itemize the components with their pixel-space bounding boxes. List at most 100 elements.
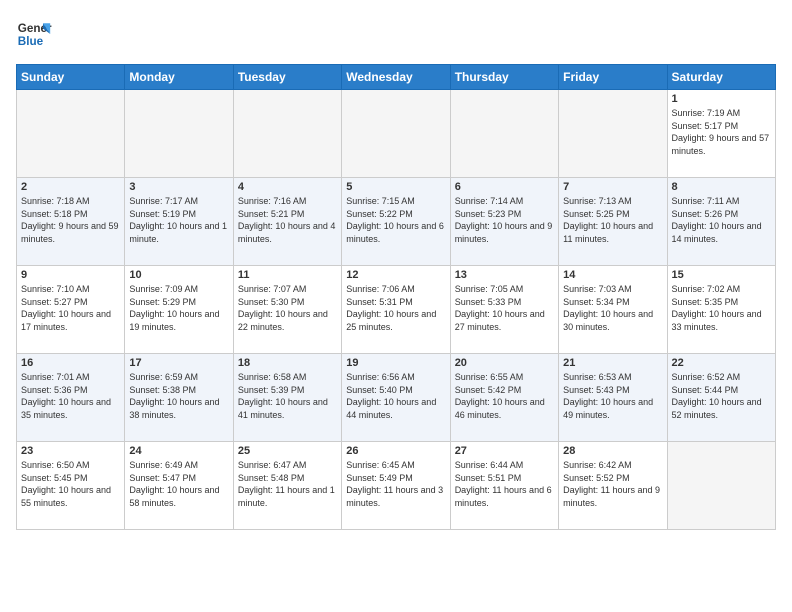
calendar-cell: 7 Sunrise: 7:13 AM Sunset: 5:25 PM Daylig… bbox=[559, 178, 667, 266]
day-info: Sunrise: 6:55 AM Sunset: 5:42 PM Dayligh… bbox=[455, 371, 554, 421]
calendar-cell: 13 Sunrise: 7:05 AM Sunset: 5:33 PM Dayli… bbox=[450, 266, 558, 354]
day-number: 25 bbox=[238, 445, 337, 457]
day-info: Sunrise: 7:01 AM Sunset: 5:36 PM Dayligh… bbox=[21, 371, 120, 421]
day-number: 9 bbox=[21, 269, 120, 281]
day-info: Sunrise: 7:05 AM Sunset: 5:33 PM Dayligh… bbox=[455, 283, 554, 333]
day-number: 14 bbox=[563, 269, 662, 281]
day-info: Sunrise: 7:11 AM Sunset: 5:26 PM Dayligh… bbox=[672, 195, 771, 245]
day-info: Sunrise: 6:53 AM Sunset: 5:43 PM Dayligh… bbox=[563, 371, 662, 421]
day-number: 26 bbox=[346, 445, 445, 457]
svg-text:Blue: Blue bbox=[18, 35, 44, 48]
calendar-cell: 22Sunrise: 6:52 AM Sunset: 5:44 PM Dayli… bbox=[667, 354, 775, 442]
day-info: Sunrise: 7:07 AM Sunset: 5:30 PM Dayligh… bbox=[238, 283, 337, 333]
calendar-table: SundayMondayTuesdayWednesdayThursdayFrid… bbox=[16, 64, 776, 530]
day-number: 1 bbox=[672, 93, 771, 105]
day-number: 2 bbox=[21, 181, 120, 193]
day-info: Sunrise: 6:44 AM Sunset: 5:51 PM Dayligh… bbox=[455, 459, 554, 509]
calendar-cell bbox=[559, 90, 667, 178]
day-info: Sunrise: 7:14 AM Sunset: 5:23 PM Dayligh… bbox=[455, 195, 554, 245]
calendar-cell bbox=[125, 90, 233, 178]
calendar-cell: 4Sunrise: 7:16 AM Sunset: 5:21 PM Daylig… bbox=[233, 178, 341, 266]
day-info: Sunrise: 6:52 AM Sunset: 5:44 PM Dayligh… bbox=[672, 371, 771, 421]
calendar-week-row: 1 Sunrise: 7:19 AM Sunset: 5:17 PM Daylig… bbox=[17, 90, 776, 178]
day-number: 18 bbox=[238, 357, 337, 369]
day-info: Sunrise: 6:50 AM Sunset: 5:45 PM Dayligh… bbox=[21, 459, 120, 509]
calendar-cell: 24 Sunrise: 6:49 AM Sunset: 5:47 PM Dayli… bbox=[125, 442, 233, 530]
calendar-cell: 9Sunrise: 7:10 AM Sunset: 5:27 PM Daylig… bbox=[17, 266, 125, 354]
day-number: 16 bbox=[21, 357, 120, 369]
day-header-sunday: Sunday bbox=[17, 65, 125, 90]
day-info: Sunrise: 7:06 AM Sunset: 5:31 PM Dayligh… bbox=[346, 283, 445, 333]
day-number: 11 bbox=[238, 269, 337, 281]
calendar-cell: 10 Sunrise: 7:09 AM Sunset: 5:29 PM Dayli… bbox=[125, 266, 233, 354]
day-info: Sunrise: 6:58 AM Sunset: 5:39 PM Dayligh… bbox=[238, 371, 337, 421]
calendar-week-row: 23 Sunrise: 6:50 AM Sunset: 5:45 PM Dayli… bbox=[17, 442, 776, 530]
calendar-cell: 28 Sunrise: 6:42 AM Sunset: 5:52 PM Dayli… bbox=[559, 442, 667, 530]
calendar-cell: 11 Sunrise: 7:07 AM Sunset: 5:30 PM Dayli… bbox=[233, 266, 341, 354]
calendar-cell: 8 Sunrise: 7:11 AM Sunset: 5:26 PM Daylig… bbox=[667, 178, 775, 266]
calendar-cell: 15 Sunrise: 7:02 AM Sunset: 5:35 PM Dayli… bbox=[667, 266, 775, 354]
day-info: Sunrise: 6:45 AM Sunset: 5:49 PM Dayligh… bbox=[346, 459, 445, 509]
calendar-cell: 20 Sunrise: 6:55 AM Sunset: 5:42 PM Dayli… bbox=[450, 354, 558, 442]
day-number: 28 bbox=[563, 445, 662, 457]
day-info: Sunrise: 7:19 AM Sunset: 5:17 PM Dayligh… bbox=[672, 107, 771, 157]
day-number: 15 bbox=[672, 269, 771, 281]
calendar-cell: 1 Sunrise: 7:19 AM Sunset: 5:17 PM Daylig… bbox=[667, 90, 775, 178]
calendar-cell: 5 Sunrise: 7:15 AM Sunset: 5:22 PM Daylig… bbox=[342, 178, 450, 266]
day-info: Sunrise: 7:16 AM Sunset: 5:21 PM Dayligh… bbox=[238, 195, 337, 245]
day-number: 27 bbox=[455, 445, 554, 457]
day-header-friday: Friday bbox=[559, 65, 667, 90]
day-info: Sunrise: 7:02 AM Sunset: 5:35 PM Dayligh… bbox=[672, 283, 771, 333]
day-info: Sunrise: 6:49 AM Sunset: 5:47 PM Dayligh… bbox=[129, 459, 228, 509]
calendar-cell: 23 Sunrise: 6:50 AM Sunset: 5:45 PM Dayli… bbox=[17, 442, 125, 530]
page-header: General Blue bbox=[16, 16, 776, 52]
day-number: 3 bbox=[129, 181, 228, 193]
day-header-saturday: Saturday bbox=[667, 65, 775, 90]
calendar-cell bbox=[233, 90, 341, 178]
day-number: 24 bbox=[129, 445, 228, 457]
calendar-cell: 6 Sunrise: 7:14 AM Sunset: 5:23 PM Daylig… bbox=[450, 178, 558, 266]
day-number: 20 bbox=[455, 357, 554, 369]
day-info: Sunrise: 6:59 AM Sunset: 5:38 PM Dayligh… bbox=[129, 371, 228, 421]
calendar-cell bbox=[667, 442, 775, 530]
calendar-week-row: 9Sunrise: 7:10 AM Sunset: 5:27 PM Daylig… bbox=[17, 266, 776, 354]
calendar-cell: 3Sunrise: 7:17 AM Sunset: 5:19 PM Daylig… bbox=[125, 178, 233, 266]
calendar-cell: 25 Sunrise: 6:47 AM Sunset: 5:48 PM Dayli… bbox=[233, 442, 341, 530]
calendar-cell: 26 Sunrise: 6:45 AM Sunset: 5:49 PM Dayli… bbox=[342, 442, 450, 530]
logo-icon: General Blue bbox=[16, 16, 52, 52]
day-info: Sunrise: 7:09 AM Sunset: 5:29 PM Dayligh… bbox=[129, 283, 228, 333]
day-number: 12 bbox=[346, 269, 445, 281]
day-number: 10 bbox=[129, 269, 228, 281]
calendar-cell: 21 Sunrise: 6:53 AM Sunset: 5:43 PM Dayli… bbox=[559, 354, 667, 442]
calendar-cell bbox=[450, 90, 558, 178]
day-number: 13 bbox=[455, 269, 554, 281]
day-header-wednesday: Wednesday bbox=[342, 65, 450, 90]
calendar-cell: 2 Sunrise: 7:18 AM Sunset: 5:18 PM Daylig… bbox=[17, 178, 125, 266]
calendar-header-row: SundayMondayTuesdayWednesdayThursdayFrid… bbox=[17, 65, 776, 90]
day-number: 23 bbox=[21, 445, 120, 457]
calendar-cell: 18 Sunrise: 6:58 AM Sunset: 5:39 PM Dayli… bbox=[233, 354, 341, 442]
day-info: Sunrise: 7:15 AM Sunset: 5:22 PM Dayligh… bbox=[346, 195, 445, 245]
day-header-monday: Monday bbox=[125, 65, 233, 90]
calendar-week-row: 2 Sunrise: 7:18 AM Sunset: 5:18 PM Daylig… bbox=[17, 178, 776, 266]
day-info: Sunrise: 6:42 AM Sunset: 5:52 PM Dayligh… bbox=[563, 459, 662, 509]
day-header-thursday: Thursday bbox=[450, 65, 558, 90]
day-number: 17 bbox=[129, 357, 228, 369]
day-info: Sunrise: 7:13 AM Sunset: 5:25 PM Dayligh… bbox=[563, 195, 662, 245]
logo: General Blue bbox=[16, 16, 52, 52]
calendar-cell: 12 Sunrise: 7:06 AM Sunset: 5:31 PM Dayli… bbox=[342, 266, 450, 354]
day-header-tuesday: Tuesday bbox=[233, 65, 341, 90]
calendar-week-row: 16 Sunrise: 7:01 AM Sunset: 5:36 PM Dayli… bbox=[17, 354, 776, 442]
calendar-cell bbox=[17, 90, 125, 178]
day-info: Sunrise: 7:03 AM Sunset: 5:34 PM Dayligh… bbox=[563, 283, 662, 333]
day-number: 7 bbox=[563, 181, 662, 193]
day-number: 21 bbox=[563, 357, 662, 369]
day-info: Sunrise: 6:47 AM Sunset: 5:48 PM Dayligh… bbox=[238, 459, 337, 509]
day-info: Sunrise: 7:18 AM Sunset: 5:18 PM Dayligh… bbox=[21, 195, 120, 245]
day-number: 19 bbox=[346, 357, 445, 369]
calendar-cell: 17 Sunrise: 6:59 AM Sunset: 5:38 PM Dayli… bbox=[125, 354, 233, 442]
calendar-cell: 19Sunrise: 6:56 AM Sunset: 5:40 PM Dayli… bbox=[342, 354, 450, 442]
day-number: 6 bbox=[455, 181, 554, 193]
day-number: 5 bbox=[346, 181, 445, 193]
day-number: 8 bbox=[672, 181, 771, 193]
